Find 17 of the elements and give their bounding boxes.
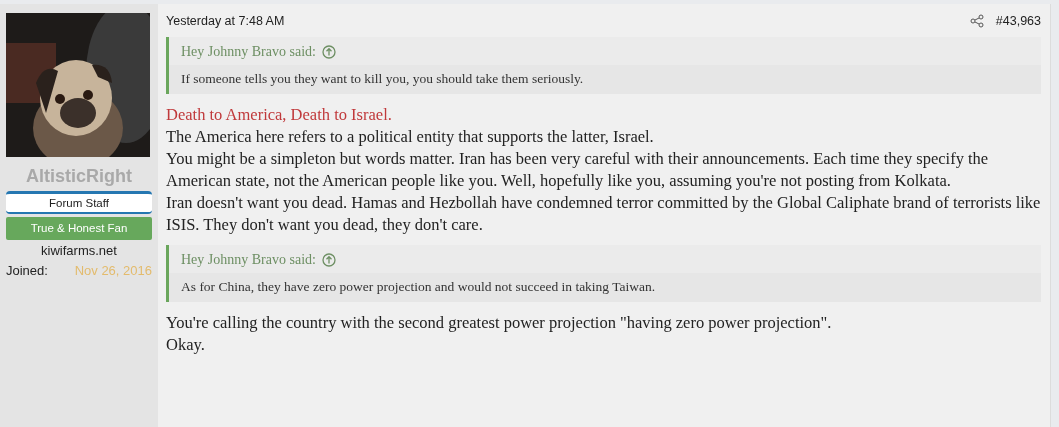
quote-author[interactable]: Hey Johnny Bravo said: (181, 44, 316, 60)
post-text: Iran doesn't want you dead. Hamas and Hezbollah have condemned terror committed by the Global Caliphate brand of terrorists like ISIS. They don't want you dead, they don't care. (166, 192, 1041, 236)
post-text: Death to America, Death to Israel. (166, 104, 393, 126)
post-text: The America here refers to a political entity that supports the latter, Israel. (166, 126, 655, 148)
post-date[interactable]: Yesterday at 7:48 AM (166, 14, 970, 28)
user-banner: Forum Staff (6, 191, 152, 214)
quote-author[interactable]: Hey Johnny Bravo said: (181, 252, 316, 268)
user-title: kiwifarms.net (40, 243, 118, 258)
joined-date: Nov 26, 2016 (74, 263, 152, 278)
share-icon[interactable] (969, 14, 984, 28)
username[interactable]: AltisticRight (6, 166, 152, 187)
user-banner: True & Honest Fan (6, 217, 152, 240)
post-text: Okay. (166, 334, 206, 356)
post-text: You're calling the country with the second greatest power projection "having zero power projection". (166, 312, 833, 334)
joined-label: Joined: (6, 263, 48, 278)
post-number[interactable]: #43,963 (995, 14, 1041, 28)
post-text: You might be a simpleton but words matter. Iran has been very careful with their announcements. Each time they specify the American state, not the American people like you. Well, hopefully like you, assuming you're not posting from Kolkata. (166, 148, 990, 192)
